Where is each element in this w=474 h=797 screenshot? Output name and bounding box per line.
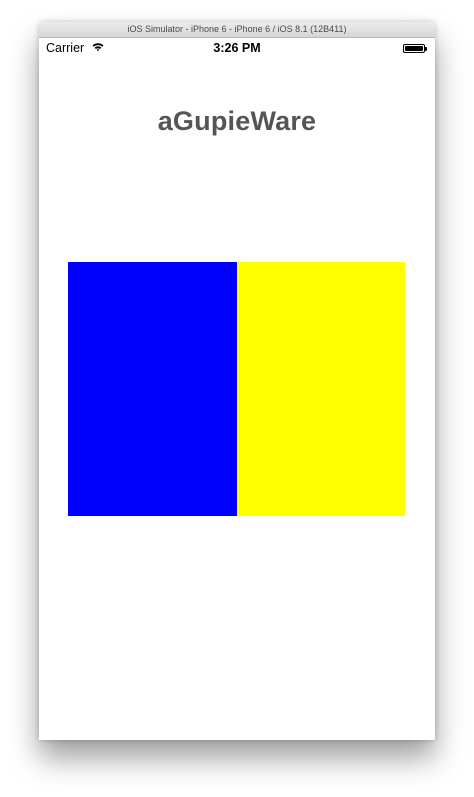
yellow-panel[interactable]: [237, 262, 405, 516]
blue-panel[interactable]: [68, 262, 237, 516]
device-screen: Carrier 3:26 PM aGupieWare: [39, 38, 435, 740]
status-bar: Carrier 3:26 PM: [39, 38, 435, 58]
simulator-window: iOS Simulator - iPhone 6 - iPhone 6 / iO…: [39, 22, 435, 740]
battery-tip: [425, 47, 427, 51]
battery-icon: [403, 44, 425, 53]
simulator-title-bar[interactable]: iOS Simulator - iPhone 6 - iPhone 6 / iO…: [39, 22, 435, 38]
status-time: 3:26 PM: [213, 41, 261, 55]
app-title: aGupieWare: [157, 106, 317, 136]
battery-level: [405, 46, 423, 51]
